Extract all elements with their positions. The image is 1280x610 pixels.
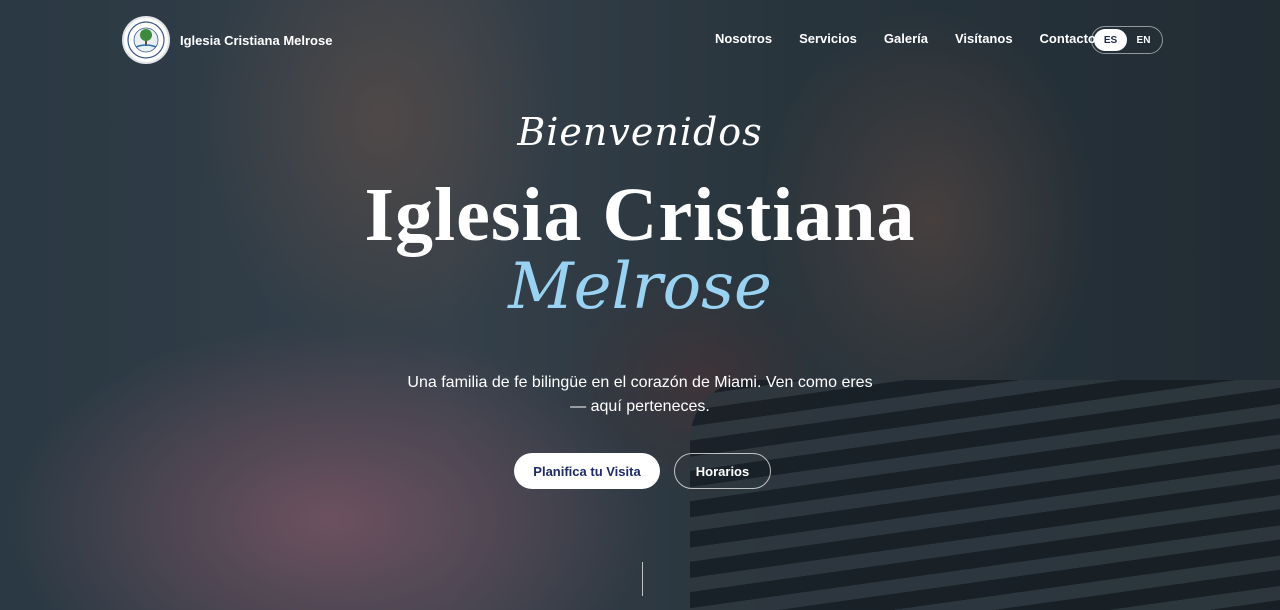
schedule-button[interactable]: Horarios xyxy=(674,453,771,489)
scroll-indicator xyxy=(642,562,643,596)
language-option-en[interactable]: EN xyxy=(1127,29,1160,51)
hero-subtitle: Una familia de fe bilingüe en el corazón… xyxy=(407,374,873,415)
site-header: Iglesia Cristiana Melrose Nosotros Servi… xyxy=(0,0,1280,80)
plan-visit-button[interactable]: Planifica tu Visita xyxy=(514,453,660,489)
hero-welcome: Bienvenidos xyxy=(517,110,763,154)
language-toggle: ES EN xyxy=(1091,26,1163,54)
hero-title: Iglesia Cristiana xyxy=(364,173,916,257)
church-seal-logo xyxy=(122,16,170,64)
main-nav: Nosotros Servicios Galería Visítanos Con… xyxy=(715,31,1096,46)
hero-title-accent: Melrose xyxy=(508,250,772,324)
nav-item-servicios[interactable]: Servicios xyxy=(799,31,857,46)
nav-item-nosotros[interactable]: Nosotros xyxy=(715,31,772,46)
brand-name: Iglesia Cristiana Melrose xyxy=(180,32,333,48)
nav-item-visitanos[interactable]: Visítanos xyxy=(955,31,1013,46)
brand[interactable]: Iglesia Cristiana Melrose xyxy=(122,16,332,64)
nav-item-galeria[interactable]: Galería xyxy=(884,31,928,46)
language-option-es[interactable]: ES xyxy=(1094,29,1127,51)
nav-item-contacto[interactable]: Contacto xyxy=(1040,31,1096,46)
